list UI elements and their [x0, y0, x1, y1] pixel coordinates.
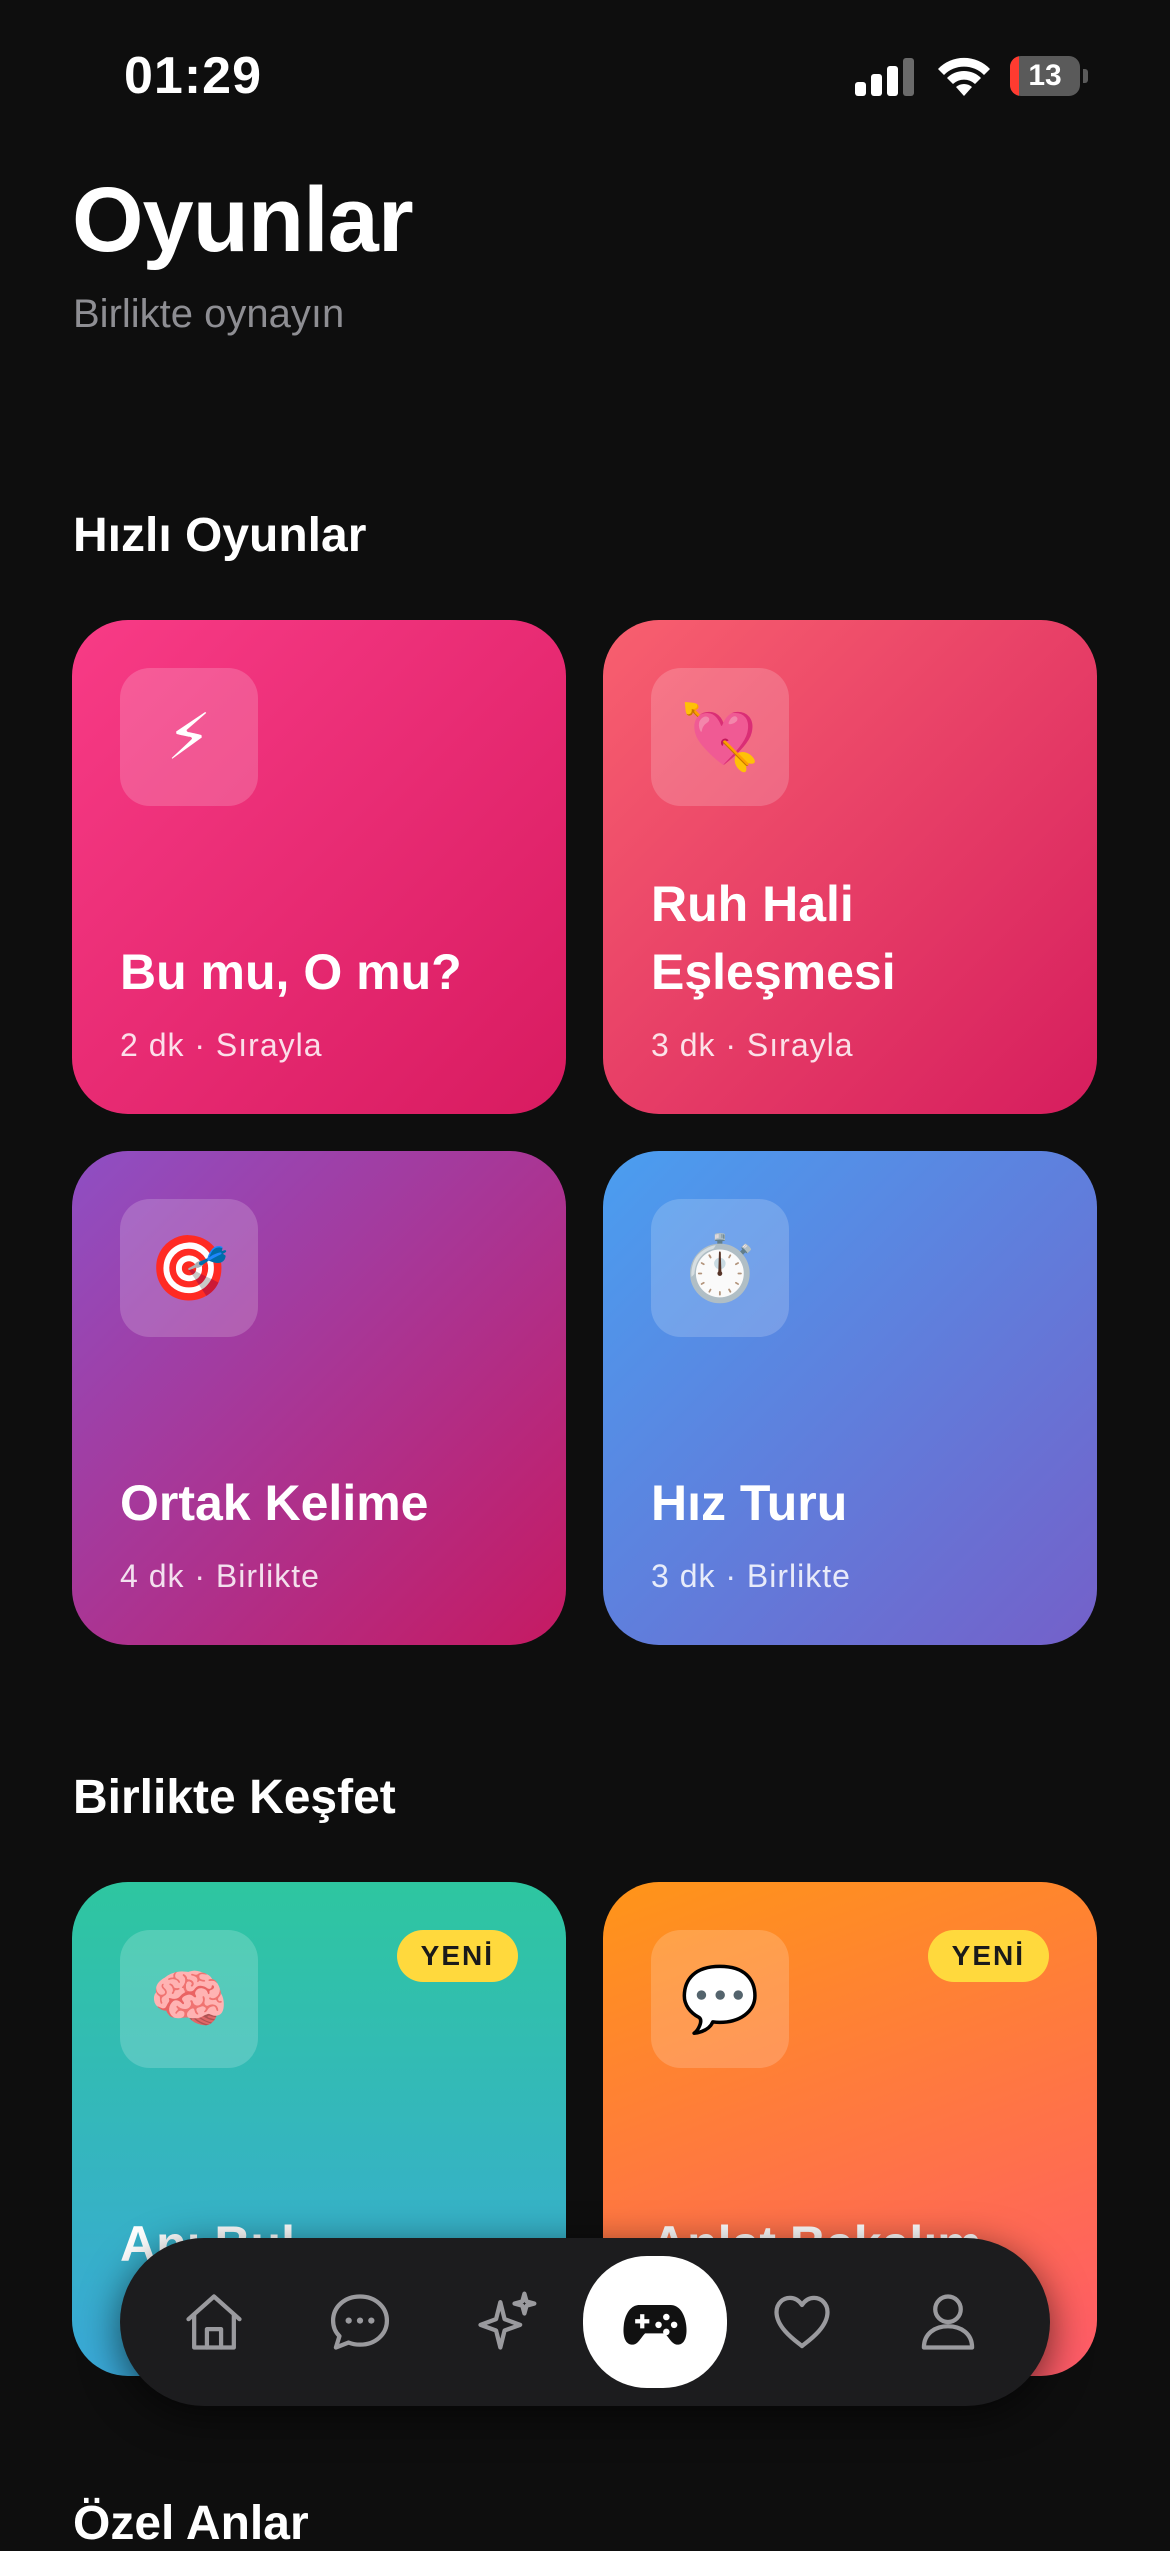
game-card-hiz-turu[interactable]: ⏱️ Hız Turu 3 dk · Birlikte — [603, 1151, 1097, 1645]
battery-level: 13 — [1028, 59, 1062, 92]
speech-bubble-icon: 💬 — [651, 1930, 789, 2068]
tab-games[interactable] — [583, 2256, 727, 2388]
game-card-meta: 3 dk · Sırayla — [651, 1027, 854, 1063]
section-title-explore-together: Birlikte Keşfet — [73, 1771, 396, 1824]
tab-discover[interactable] — [442, 2258, 570, 2386]
person-icon — [921, 2294, 975, 2350]
game-card-title: Bu mu, O mu? — [120, 944, 462, 1000]
game-card-meta: 2 dk · Sırayla — [120, 1027, 323, 1063]
game-card-bu-mu-o-mu[interactable]: ⚡ Bu mu, O mu? 2 dk · Sırayla — [72, 620, 566, 1114]
page-subtitle: Birlikte oynayın — [73, 292, 345, 336]
battery-icon: 13 — [1010, 56, 1088, 96]
game-card-title: Ruh Hali Eşleşmesi — [651, 876, 896, 1000]
tab-profile[interactable] — [884, 2258, 1012, 2386]
heart-icon — [774, 2295, 830, 2349]
target-icon: 🎯 — [120, 1199, 258, 1337]
section-title-quick-games: Hızlı Oyunlar — [73, 509, 367, 562]
wifi-icon — [938, 57, 990, 96]
new-badge: YENİ — [927, 1930, 1049, 1982]
chat-icon — [330, 2294, 390, 2350]
tab-chat[interactable] — [296, 2258, 424, 2386]
game-card-meta: 3 dk · Birlikte — [651, 1558, 851, 1594]
new-badge: YENİ — [396, 1930, 518, 1982]
status-time: 01:29 — [124, 47, 262, 105]
status-bar: 01:29 13 — [0, 0, 1170, 150]
lightning-icon: ⚡ — [120, 668, 258, 806]
game-card-title: Hız Turu — [651, 1475, 848, 1531]
game-card-ortak-kelime[interactable]: 🎯 Ortak Kelime 4 dk · Birlikte — [72, 1151, 566, 1645]
section-title-special-moments: Özel Anlar — [73, 2497, 309, 2550]
sparkles-icon — [478, 2291, 537, 2350]
tab-favorites[interactable] — [738, 2258, 866, 2386]
home-icon — [186, 2294, 242, 2350]
heart-arrow-icon: 💘 — [651, 668, 789, 806]
gamepad-icon — [623, 2305, 687, 2345]
game-card-title: Ortak Kelime — [120, 1475, 429, 1531]
brain-icon: 🧠 — [120, 1930, 258, 2068]
game-card-ruh-hali-eslesmesi[interactable]: 💘 Ruh Hali Eşleşmesi 3 dk · Sırayla — [603, 620, 1097, 1114]
stopwatch-icon: ⏱️ — [651, 1199, 789, 1337]
tab-bar — [120, 2238, 1050, 2406]
page-title: Oyunlar — [72, 169, 414, 271]
tab-home[interactable] — [150, 2258, 278, 2386]
cellular-signal-icon — [855, 58, 915, 96]
game-card-meta: 4 dk · Birlikte — [120, 1558, 320, 1594]
